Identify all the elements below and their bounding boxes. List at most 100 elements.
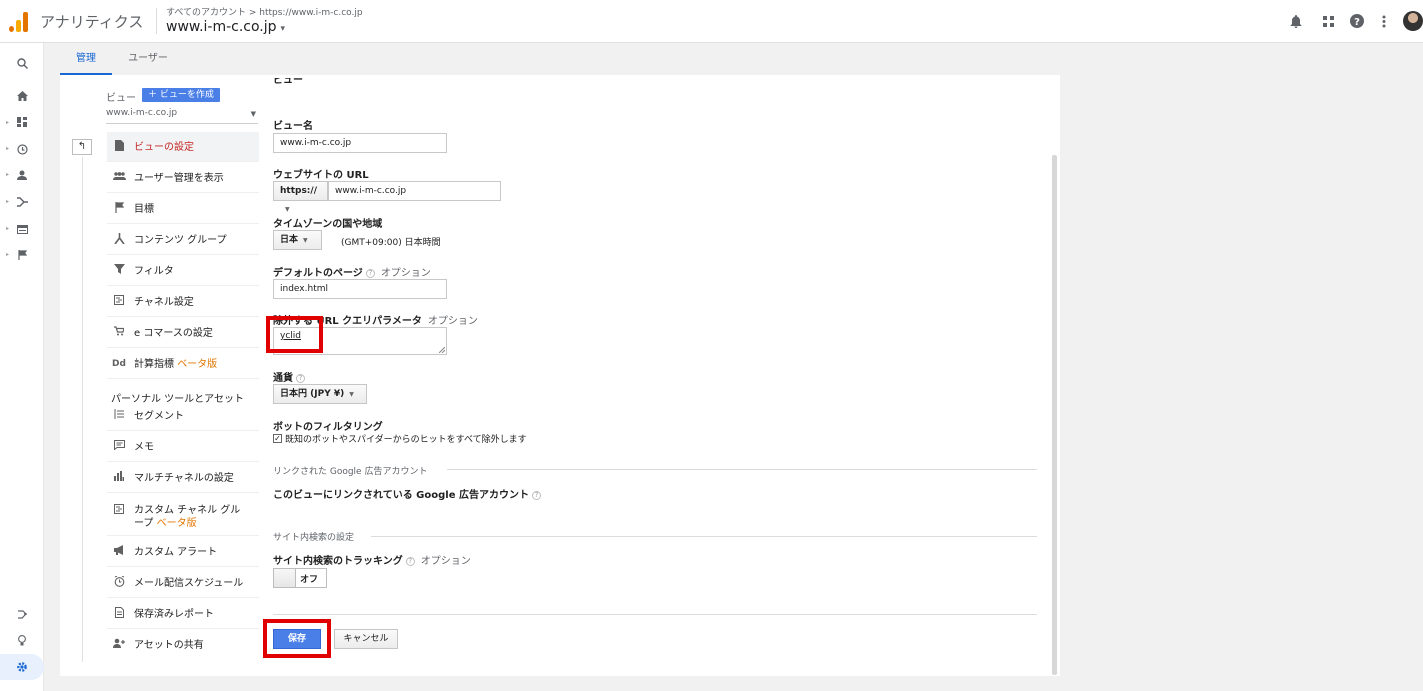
nav-label: メモ [134,442,154,453]
view-name-input[interactable]: www.i-m-c.co.jp [273,133,447,153]
bar-chart-icon [112,471,126,485]
default-page-input[interactable]: index.html [273,279,447,299]
help-icon[interactable]: ? [296,373,305,383]
footer-links [333,684,336,691]
avatar[interactable] [1403,11,1423,31]
schedule-icon [112,575,126,590]
nav-label-text: カスタム チャネル グル [134,505,241,516]
nav-label: 計算指標 ベータ版 [134,358,217,371]
expand-arrow-icon[interactable]: ▸ [6,171,9,178]
site-search-section: サイト内検索の設定 [273,533,355,543]
audience-icon[interactable] [14,167,30,183]
toggle-knob [274,569,296,587]
apps-grid-icon[interactable] [1319,12,1337,30]
discover-icon[interactable] [14,632,30,648]
behavior-icon[interactable] [14,221,30,237]
nav-notes[interactable]: メモ [107,432,259,462]
tab-user[interactable]: ユーザー [118,43,178,75]
breadcrumb[interactable]: すべてのアカウント > https://www.i-m-c.co.jp [166,5,363,18]
nav-divider [82,157,83,662]
nav-ecommerce[interactable]: e コマースの設定 [107,318,259,348]
nav-goals[interactable]: 目標 [107,194,259,224]
expand-arrow-icon[interactable]: ▸ [6,145,9,152]
home-icon[interactable] [14,88,30,104]
view-name-label: ビュー名 [273,121,313,132]
optional-label: オプション [420,556,471,567]
view-select[interactable]: www.i-m-c.co.jp ▼ [106,108,258,124]
help-icon[interactable]: ? [365,268,375,278]
beta-badge: ベータ版 [177,359,218,370]
expand-arrow-icon[interactable]: ▸ [6,119,9,126]
attribution-icon[interactable] [14,606,30,622]
chevron-down-icon: ▾ [280,24,286,34]
timezone-label: タイムゾーンの国や地域 [273,219,383,230]
nav-share-assets[interactable]: アセットの共有 [107,630,259,660]
timezone-country-value: 日本 [280,235,299,245]
acquisition-icon[interactable] [14,194,30,210]
create-view-button[interactable]: ＋ ビューを作成 [142,88,220,102]
linked-ads-section: リンクされた Google 広告アカウント [273,467,428,477]
people-icon [112,171,126,185]
search-icon[interactable] [14,55,30,71]
currency-value: 日本円 (JPY ¥) [280,389,345,399]
default-page-label: デフォルトのページ? オプション [273,264,431,279]
website-url-label: ウェブサイトの URL [273,170,369,181]
customization-icon[interactable] [14,114,30,130]
linked-ads-label: このビューにリンクされている Google 広告アカウント? [273,486,541,501]
nav-user-management[interactable]: ユーザー管理を表示 [107,163,259,193]
cancel-button[interactable]: キャンセル [334,629,398,649]
timezone-value[interactable]: (GMT+09:00) 日本時間 [341,235,441,248]
nav-custom-alerts[interactable]: カスタム アラート [107,537,259,567]
flag-icon [112,202,126,216]
chevron-down-icon: ▼ [285,206,290,213]
bell-icon[interactable] [1287,12,1305,30]
analytics-logo-icon[interactable] [9,12,29,32]
nav-multichannel[interactable]: マルチチャネルの設定 [107,463,259,493]
dd-icon: Dd [112,359,126,369]
document-icon [112,140,126,154]
expand-arrow-icon[interactable]: ▸ [6,251,9,258]
admin-icon[interactable] [14,659,30,675]
currency-label-text: 通貨 [273,373,293,384]
realtime-icon[interactable] [14,141,30,157]
tab-admin[interactable]: 管理 [60,43,112,75]
bot-filter-label: ボットのフィルタリング [273,422,383,433]
help-icon[interactable]: ? [531,490,541,500]
property-name: www.i-m-c.co.jp [166,19,277,35]
website-url-input[interactable]: www.i-m-c.co.jp [328,181,501,201]
site-search-label: サイト内検索のトラッキング? オプション [273,552,471,567]
nav-filters[interactable]: フィルタ [107,256,259,286]
admin-tabs: 管理 ユーザー [60,43,1060,75]
currency-select[interactable]: 日本円 (JPY ¥) ▼ [273,384,367,404]
nav-saved-reports[interactable]: 保存済みレポート [107,599,259,629]
nav-label: コンテンツ グループ [134,235,227,246]
expand-arrow-icon[interactable]: ▸ [6,198,9,205]
property-selector[interactable]: www.i-m-c.co.jp ▾ [166,19,285,35]
help-icon[interactable]: ? [1348,12,1366,30]
conversions-icon[interactable] [14,247,30,263]
note-icon [112,440,126,454]
nav-email-schedule[interactable]: メール配信スケジュール [107,568,259,598]
nav-segments[interactable]: セグメント [107,401,259,431]
nav-custom-channel-groups[interactable]: カスタム チャネル グル ープ ベータ版 [107,494,259,536]
scrollbar[interactable] [1052,155,1057,675]
nav-label: 目標 [134,204,154,215]
nav-label: マルチチャネルの設定 [134,473,234,484]
protocol-select[interactable]: https:// ▼ [273,181,328,213]
nav-label-text: ープ [134,518,154,529]
resize-handle-icon[interactable] [439,347,445,353]
left-rail: ▸ ▸ ▸ ▸ ▸ ▸ [0,43,44,691]
nav-channel-settings[interactable]: チャネル設定 [107,287,259,317]
bot-filter-checkbox[interactable]: ✓ [273,434,282,443]
expand-arrow-icon[interactable]: ▸ [6,225,9,232]
more-vert-icon[interactable] [1375,12,1393,30]
back-arrow-icon[interactable]: ↰ [72,139,92,155]
toggle-state: オフ [300,575,319,585]
nav-calculated-metrics[interactable]: Dd 計算指標 ベータ版 [107,349,259,379]
nav-content-groups[interactable]: コンテンツ グループ [107,225,259,255]
nav-label-text: 計算指標 [134,359,174,370]
help-icon[interactable]: ? [405,556,415,566]
site-search-toggle[interactable]: オフ [273,568,327,588]
timezone-country-select[interactable]: 日本 ▼ [273,230,322,250]
nav-view-settings[interactable]: ビューの設定 [107,132,259,162]
